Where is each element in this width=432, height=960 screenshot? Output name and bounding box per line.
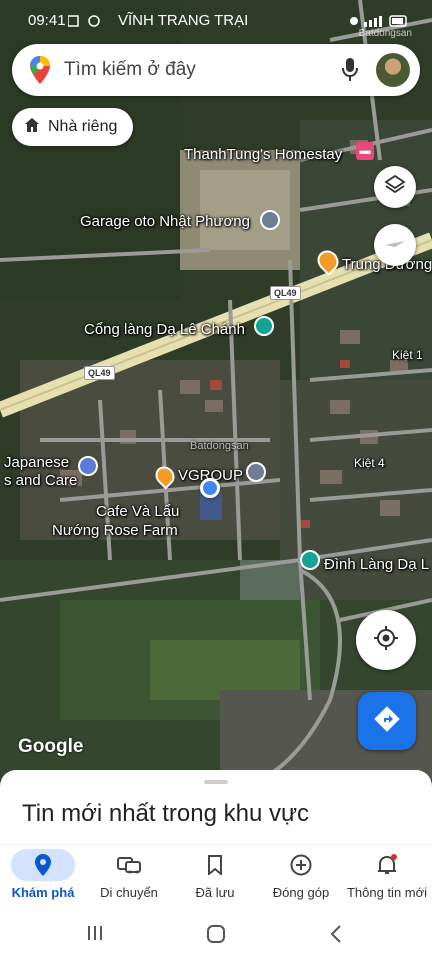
- google-maps-pin-icon: [30, 56, 50, 89]
- location-pin-icon: [11, 849, 75, 881]
- nav-commute[interactable]: Di chuyển: [86, 845, 172, 911]
- bottom-sheet[interactable]: Tin mới nhất trong khu vực: [0, 770, 432, 844]
- compass-button[interactable]: [374, 224, 416, 266]
- nav-label: Di chuyển: [100, 885, 158, 900]
- status-bar: 09:41 VĨNH TRANG TRẠI Batdongsan: [0, 8, 432, 39]
- watermark: Batdongsan: [358, 28, 412, 39]
- my-location-dot: [200, 478, 220, 498]
- bottom-navigation: Khám phá Di chuyển Đã lưu Đóng góp Thông…: [0, 844, 432, 910]
- search-input[interactable]: Tìm kiếm ở đây: [64, 59, 196, 81]
- bookmark-icon: [183, 849, 247, 881]
- nav-explore[interactable]: Khám phá: [0, 845, 86, 911]
- status-location: VĨNH TRANG TRẠI: [118, 12, 249, 29]
- road-label: QL49: [84, 366, 115, 380]
- sheet-title: Tin mới nhất trong khu vực: [22, 800, 310, 827]
- poi-label[interactable]: s and Care: [4, 472, 77, 489]
- avatar[interactable]: [376, 53, 410, 87]
- nav-label: Khám phá: [11, 885, 75, 900]
- my-location-button[interactable]: [356, 610, 416, 670]
- drag-handle[interactable]: [204, 780, 228, 784]
- notification-icon: [67, 15, 100, 27]
- shop-pin-icon[interactable]: [78, 456, 98, 476]
- layers-icon: [384, 174, 406, 201]
- landmark-pin-icon[interactable]: [254, 316, 274, 336]
- layers-button[interactable]: [374, 166, 416, 208]
- landmark-pin-icon[interactable]: [300, 550, 320, 570]
- watermark: Batdongsan: [190, 440, 249, 452]
- home-icon: [24, 117, 40, 138]
- filter-chip-house[interactable]: Nhà riêng: [12, 108, 134, 146]
- recent-apps-icon[interactable]: [86, 924, 104, 948]
- status-time: 09:41: [28, 12, 66, 29]
- hotel-icon[interactable]: ▬: [356, 142, 374, 160]
- poi-label[interactable]: Garage oto Nhật Phương: [80, 213, 250, 230]
- filter-chip-label: Nhà riêng: [48, 118, 118, 135]
- nav-label: Thông tin mới: [346, 885, 428, 900]
- add-circle-icon: [269, 849, 333, 881]
- poi-label[interactable]: Đình Làng Dạ L: [324, 556, 429, 573]
- car-icon: [97, 849, 161, 881]
- back-icon[interactable]: [328, 924, 344, 950]
- directions-button[interactable]: [358, 692, 416, 750]
- directions-icon: [374, 705, 400, 737]
- google-logo: Google: [18, 736, 84, 757]
- street-label: Kiệt 4: [354, 456, 385, 470]
- nav-contribute[interactable]: Đóng góp: [258, 845, 344, 911]
- home-button-icon[interactable]: [206, 924, 226, 950]
- nav-saved[interactable]: Đã lưu: [172, 845, 258, 911]
- poi-label[interactable]: Cổng làng Dạ Lê Chánh: [84, 321, 245, 338]
- road-label: QL49: [270, 286, 301, 300]
- crosshair-icon: [373, 625, 399, 656]
- poi-label[interactable]: Japanese: [4, 454, 69, 471]
- system-navigation-bar: [0, 910, 432, 960]
- nav-label: Đóng góp: [272, 885, 330, 900]
- search-bar[interactable]: Tìm kiếm ở đây: [12, 44, 420, 96]
- notification-icons: [67, 14, 108, 32]
- microphone-icon[interactable]: [342, 58, 358, 87]
- nav-updates[interactable]: Thông tin mới: [344, 845, 430, 911]
- nav-label: Đã lưu: [195, 885, 235, 900]
- compass-icon: [383, 231, 407, 260]
- street-label: Kiệt 1: [392, 348, 423, 362]
- place-pin-icon[interactable]: [246, 462, 266, 482]
- poi-label[interactable]: Cafe Và Lẩu: [96, 503, 179, 520]
- poi-label[interactable]: Nướng Rose Farm: [52, 522, 178, 539]
- garage-pin-icon[interactable]: [260, 210, 280, 230]
- bell-icon: [355, 849, 419, 881]
- poi-label[interactable]: ThanhTung's Homestay: [184, 146, 342, 163]
